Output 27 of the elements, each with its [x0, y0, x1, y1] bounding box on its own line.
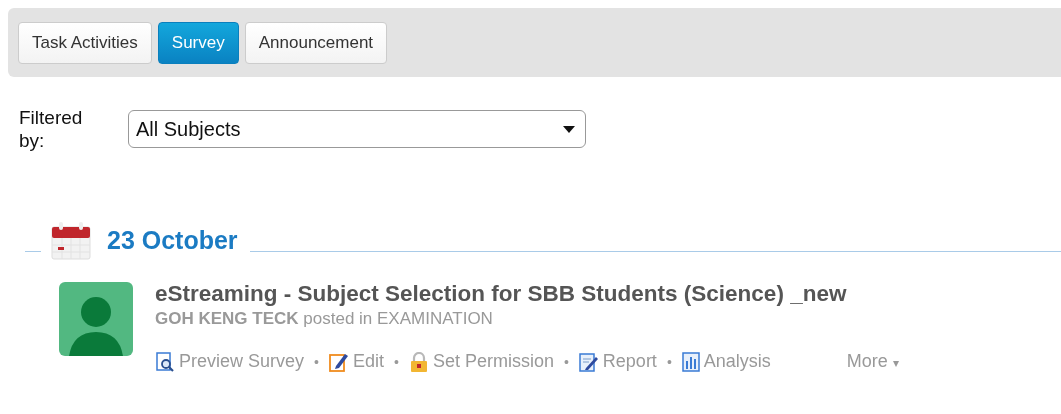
tab[interactable]: Announcement: [244, 21, 388, 64]
more-menu[interactable]: More ▾: [846, 351, 899, 372]
action-link[interactable]: Set Permission: [408, 351, 554, 372]
author-name[interactable]: GOH KENG TECK: [155, 309, 299, 328]
separator-dot: •: [563, 353, 569, 370]
separator-dot: •: [394, 353, 399, 370]
avatar-icon: [59, 282, 133, 356]
separator-dot: •: [314, 353, 319, 370]
action-link[interactable]: Report: [578, 351, 657, 372]
calendar-icon: [50, 219, 92, 261]
padlock-icon: [408, 351, 429, 372]
pencil-icon: [328, 351, 349, 372]
action-link[interactable]: Analysis: [681, 351, 771, 372]
posted-in-text: posted in EXAMINATION: [303, 309, 493, 328]
filter-label: Filtered by:: [19, 106, 84, 152]
separator-dot: •: [666, 353, 672, 370]
subject-dropdown[interactable]: All Subjects: [128, 110, 586, 148]
action-link[interactable]: Edit: [328, 351, 384, 372]
report-icon: [578, 351, 599, 372]
survey-title[interactable]: eStreaming - Subject Selection for SBB Students (Science) _new: [155, 281, 899, 307]
tab[interactable]: Survey: [157, 21, 239, 64]
magnifier-document-icon: [155, 351, 175, 372]
bar-chart-icon: [681, 351, 700, 372]
tab[interactable]: Task Activities: [18, 21, 152, 64]
action-link[interactable]: Preview Survey: [155, 351, 305, 372]
caret-icon: [563, 125, 575, 133]
date-heading: 23 October: [107, 225, 238, 255]
